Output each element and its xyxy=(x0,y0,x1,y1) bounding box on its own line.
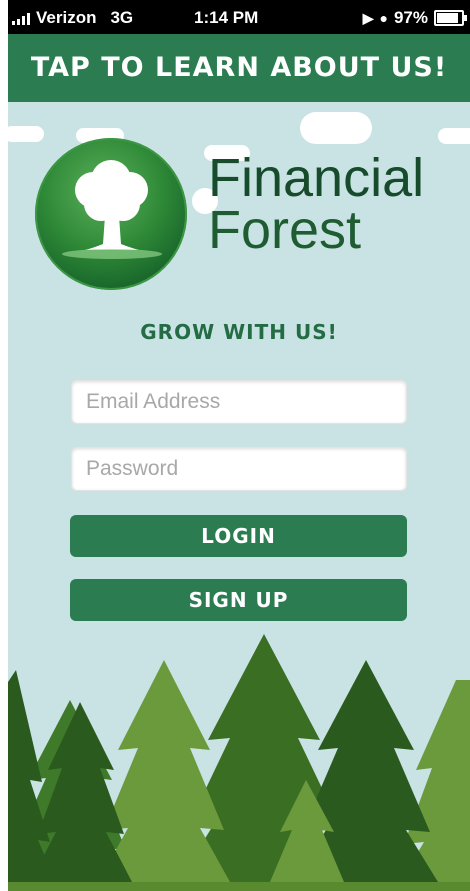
brand-line-1: Financial xyxy=(208,148,425,208)
logo-tree-icon xyxy=(35,138,187,290)
signup-button[interactable]: SIGN UP xyxy=(70,579,407,621)
app-screen: Verizon 3G 1:14 PM ▶ ● 97% TAP TO LEARN … xyxy=(8,0,470,891)
password-field[interactable] xyxy=(72,448,386,490)
email-field-box xyxy=(71,380,407,424)
email-field[interactable] xyxy=(72,381,386,423)
battery-icon xyxy=(434,10,467,26)
cloud-icon xyxy=(300,112,372,144)
status-indicators: ▶ ● 97% xyxy=(362,8,467,28)
battery-percent: 97% xyxy=(393,8,428,27)
alarm-clock-icon: ● xyxy=(379,10,388,26)
signal-bars-icon xyxy=(12,11,30,25)
learn-about-us-banner[interactable]: TAP TO LEARN ABOUT US! xyxy=(8,34,470,102)
cloud-icon xyxy=(438,128,470,144)
carrier-name: Verizon xyxy=(36,8,97,27)
brand-name: Financial Forest xyxy=(208,151,424,260)
status-bar: Verizon 3G 1:14 PM ▶ ● 97% xyxy=(8,0,470,34)
tagline: GROW WITH US! xyxy=(140,320,338,344)
login-button[interactable]: LOGIN xyxy=(70,515,407,557)
carrier-info: Verizon 3G xyxy=(12,8,133,28)
brand-line-2: Forest xyxy=(208,200,362,260)
password-field-box xyxy=(71,447,407,491)
network-type: 3G xyxy=(110,8,134,27)
location-arrow-icon: ▶ xyxy=(362,9,374,26)
clock: 1:14 PM xyxy=(194,8,259,27)
forest-illustration xyxy=(8,634,470,891)
tree-icon xyxy=(62,160,162,259)
